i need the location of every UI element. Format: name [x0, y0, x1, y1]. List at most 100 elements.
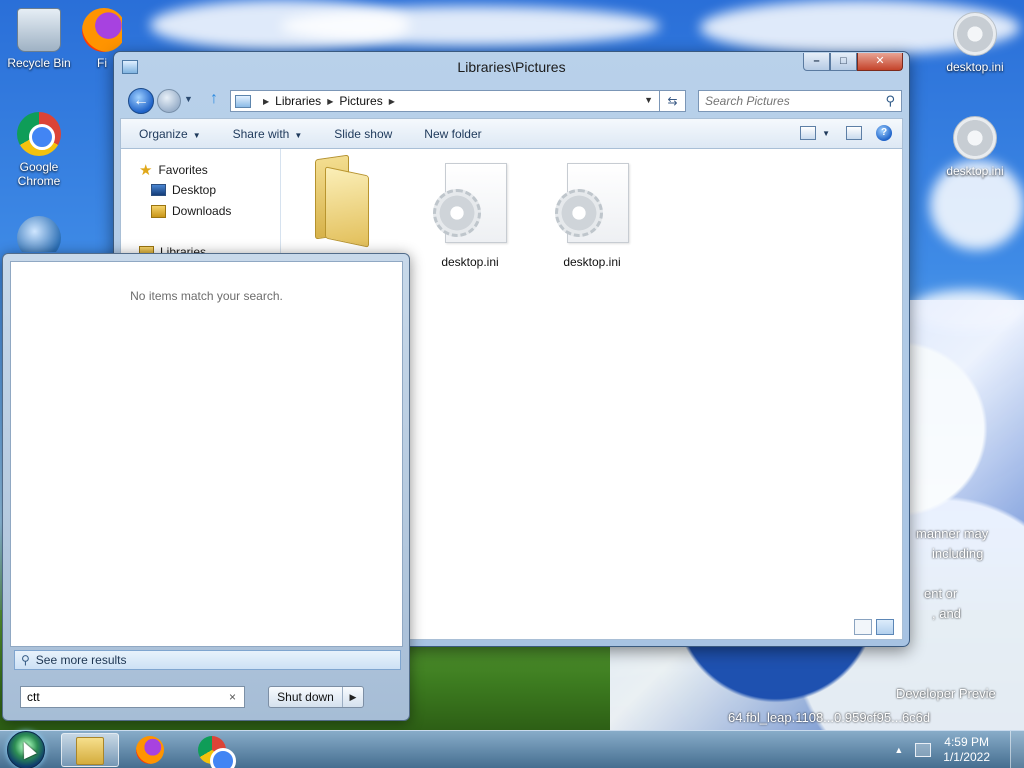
up-arrow-icon[interactable]: ↑: [210, 90, 218, 108]
watermark-line-1: manner may: [916, 526, 989, 541]
folder-icon: [76, 737, 104, 765]
desktop-icon: [151, 184, 166, 196]
new-folder-button[interactable]: New folder: [406, 127, 495, 141]
breadcrumb-libraries[interactable]: Libraries: [275, 94, 321, 108]
chrome-icon: [198, 736, 236, 768]
organize-menu[interactable]: Organize ▼: [121, 127, 215, 141]
taskbar-clock[interactable]: 4:59 PM 1/1/2022: [943, 735, 990, 765]
window-titlebar[interactable]: Libraries\Pictures – □ ✕: [114, 52, 909, 82]
watermark-build-string: 64.fbl_leap.1108...0.959cf95...6c6d: [728, 710, 931, 725]
settings-file-icon: [553, 161, 631, 247]
file-name: desktop.ini: [441, 255, 499, 269]
search-pictures-input[interactable]: [699, 91, 869, 111]
watermark-line-4: ent or: [924, 586, 958, 601]
nav-favorites-label: Favorites: [158, 163, 208, 177]
recent-pages-dropdown[interactable]: ▼: [184, 94, 193, 104]
shutdown-button[interactable]: Shut down: [269, 687, 343, 707]
shutdown-options-arrow-icon[interactable]: ▶: [343, 687, 363, 707]
change-view-icon[interactable]: [800, 126, 817, 140]
address-history-dropdown[interactable]: ▼: [644, 95, 653, 105]
start-search-box[interactable]: ×: [20, 686, 245, 708]
nav-downloads-label: Downloads: [172, 204, 232, 218]
refresh-button[interactable]: ⇆: [660, 90, 686, 112]
details-view-icon[interactable]: [854, 619, 872, 635]
show-hidden-icons-arrow-icon[interactable]: ▲: [894, 745, 903, 755]
minimize-button[interactable]: –: [803, 53, 830, 71]
share-with-label: Share with: [232, 126, 290, 141]
nav-desktop-label: Desktop: [172, 183, 217, 197]
chevron-right-icon[interactable]: ▶: [263, 97, 269, 106]
chevron-right-icon[interactable]: ▶: [389, 97, 395, 106]
back-button[interactable]: ←: [128, 88, 154, 114]
firefox-icon: [136, 736, 164, 764]
file-item-desktop-ini-1[interactable]: desktop.ini: [425, 161, 515, 269]
pictures-library-icon: [235, 94, 251, 108]
chevron-right-icon[interactable]: ▶: [327, 97, 333, 106]
system-tray: ▲ 4:59 PM 1/1/2022: [894, 731, 1024, 768]
network-icon[interactable]: [915, 743, 932, 757]
file-name: desktop.ini: [563, 255, 621, 269]
app-shortcut-icon: [17, 216, 61, 252]
taskbar-firefox[interactable]: [122, 733, 180, 767]
view-controls: ▼ ?: [784, 125, 892, 141]
view-options-dropdown[interactable]: ▼: [822, 129, 830, 138]
chevron-down-icon: ▼: [192, 130, 201, 140]
nav-favorites[interactable]: ★ Favorites: [139, 161, 208, 179]
maximize-button[interactable]: □: [830, 53, 857, 71]
desktop-icon-app[interactable]: [2, 216, 76, 252]
settings-file-icon: [431, 161, 509, 247]
show-desktop-button[interactable]: [1010, 731, 1024, 768]
desktop-icon-label: Recycle Bin: [7, 56, 71, 70]
watermark-line-2: including: [932, 546, 984, 561]
window-title: Libraries\Pictures: [457, 59, 566, 75]
taskbar-explorer[interactable]: [61, 733, 119, 767]
desktop-icon-desktop-ini-1[interactable]: desktop.ini: [938, 12, 1012, 74]
nav-desktop[interactable]: Desktop: [151, 183, 216, 197]
close-button[interactable]: ✕: [857, 53, 903, 71]
search-icon: ⚲: [21, 653, 30, 667]
settings-file-icon: [953, 116, 997, 160]
start-search-input[interactable]: [21, 687, 217, 707]
help-icon[interactable]: ?: [876, 125, 892, 141]
nav-downloads[interactable]: Downloads: [151, 204, 231, 218]
refresh-icon: ⇆: [667, 94, 678, 108]
desktop-icon-desktop-ini-2[interactable]: desktop.ini: [938, 116, 1012, 178]
clock-time: 4:59 PM: [944, 735, 989, 749]
preview-pane-icon[interactable]: [846, 126, 862, 140]
see-more-results-link[interactable]: ⚲ See more results: [14, 650, 401, 670]
back-arrow-icon: ←: [133, 92, 149, 109]
watermark-line-5: , and: [932, 606, 961, 621]
large-icons-view-icon[interactable]: [876, 619, 894, 635]
chevron-down-icon: ▼: [294, 130, 303, 140]
folder-icon: [311, 154, 375, 248]
address-bar[interactable]: ▶ Libraries ▶ Pictures ▶ ▼: [230, 90, 660, 112]
no-results-message: No items match your search.: [130, 289, 283, 303]
command-bar: Organize ▼ Share with ▼ Slide show New fol…: [120, 118, 903, 148]
settings-file-icon: [953, 12, 997, 56]
desktop-icon-recycle-bin[interactable]: Recycle Bin: [2, 8, 76, 70]
organize-label: Organize: [139, 126, 188, 141]
search-pictures-box[interactable]: ⚲: [698, 90, 902, 112]
chrome-icon: [17, 112, 61, 156]
taskbar-chrome[interactable]: [184, 733, 242, 768]
view-toggle: [850, 619, 894, 635]
clear-search-icon[interactable]: ×: [229, 690, 236, 704]
shutdown-button-group: Shut down ▶: [268, 686, 364, 708]
desktop-icon-label: desktop.ini: [946, 60, 1004, 74]
breadcrumb-pictures[interactable]: Pictures: [339, 94, 382, 108]
search-icon[interactable]: ⚲: [885, 93, 895, 109]
desktop-icon-google-chrome[interactable]: Google Chrome: [2, 112, 76, 188]
file-item-folder[interactable]: [298, 154, 388, 248]
watermark-build-title: Developer Previe: [896, 686, 996, 701]
slide-show-button[interactable]: Slide show: [316, 127, 406, 141]
desktop-icon-label: Google Chrome: [17, 160, 61, 188]
see-more-label: See more results: [35, 653, 127, 667]
start-menu: No items match your search. ⚲ See more r…: [2, 253, 410, 721]
taskbar: ▲ 4:59 PM 1/1/2022: [0, 730, 1024, 768]
share-with-menu[interactable]: Share with ▼: [215, 127, 317, 141]
forward-button[interactable]: [157, 89, 181, 113]
desktop-icon-label: desktop.ini: [946, 164, 1004, 178]
navigation-bar: ← ▼ ↑ ▶ Libraries ▶ Pictures ▶ ▼ ⇆ ⚲: [114, 86, 909, 114]
clock-date: 1/1/2022: [943, 750, 990, 764]
file-item-desktop-ini-2[interactable]: desktop.ini: [547, 161, 637, 269]
